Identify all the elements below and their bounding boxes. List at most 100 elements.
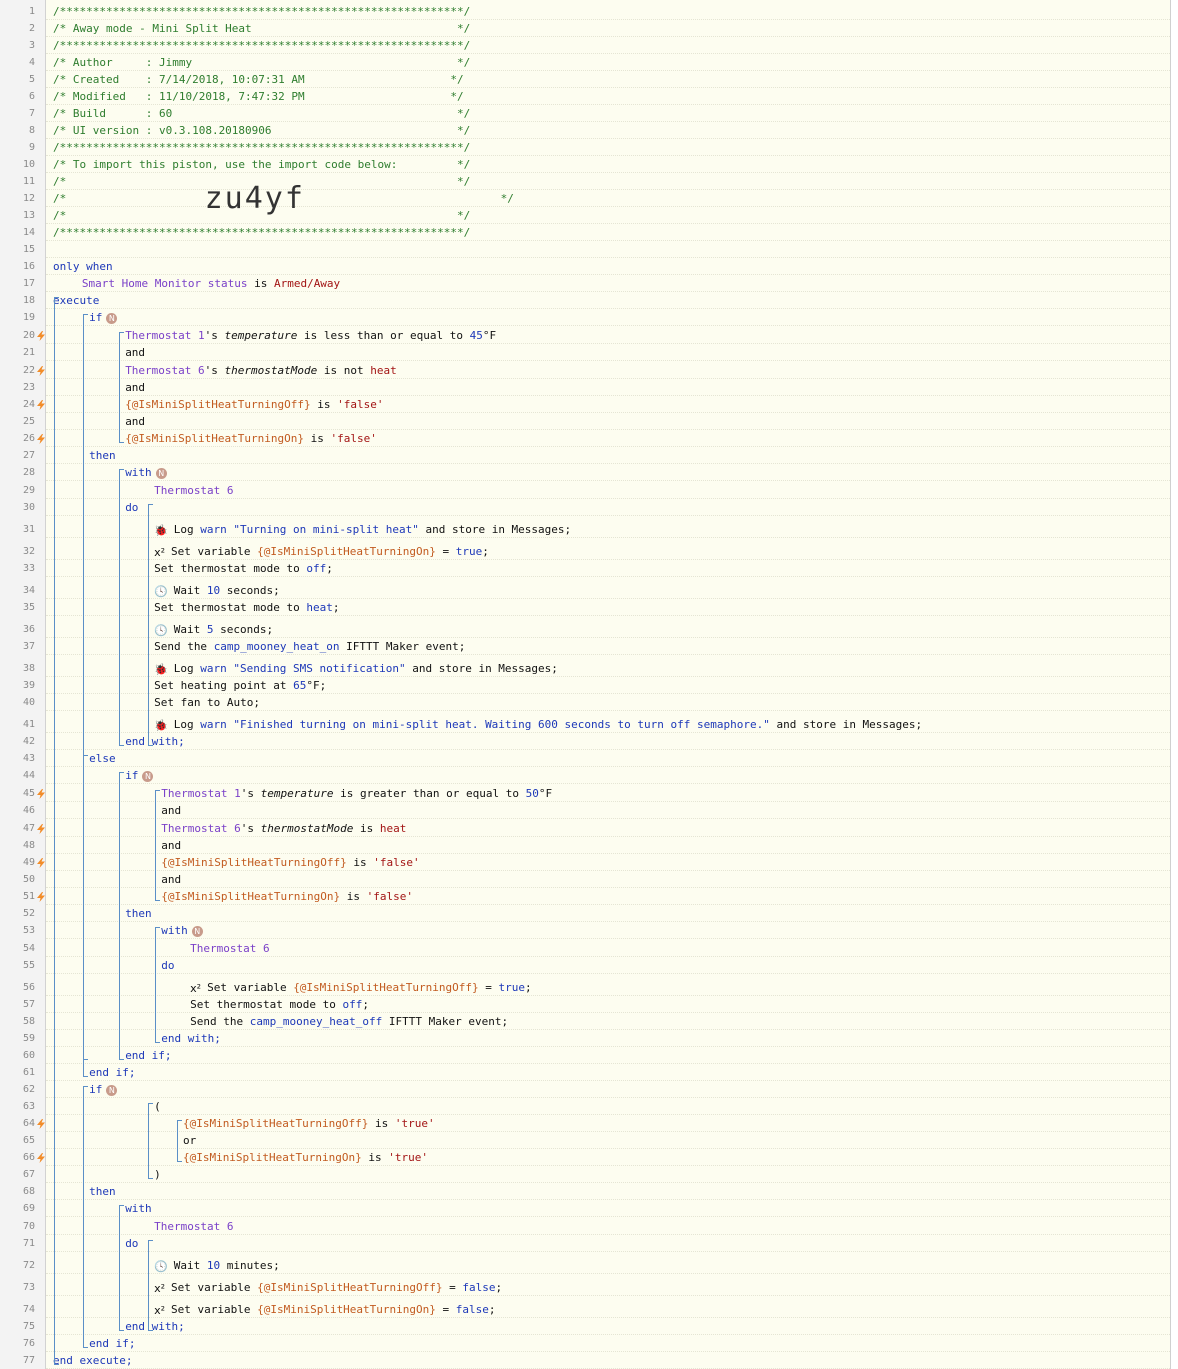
- code-line: Smart Home Monitor status is Armed/Away: [82, 277, 340, 291]
- device-name: Smart Home Monitor status: [81, 277, 248, 290]
- token: ;: [362, 998, 369, 1011]
- line-number: 75: [22, 1321, 35, 1332]
- line-number: 12: [22, 193, 35, 204]
- keyword-and: and: [161, 873, 182, 886]
- code-line: Set thermostat mode to heat;: [154, 601, 339, 615]
- line-separator: [46, 240, 1170, 241]
- code-line: (: [154, 1100, 161, 1114]
- attribute: temperature: [224, 329, 298, 342]
- token: =: [442, 1281, 463, 1294]
- log-level: warn: [200, 718, 227, 731]
- line-number: 49: [22, 857, 35, 868]
- lightning-bolt-icon: [37, 1153, 45, 1163]
- line-separator: [46, 956, 1170, 957]
- lightning-bolt-icon: [37, 434, 45, 444]
- line-number: 30: [22, 502, 35, 513]
- token: °F: [538, 787, 553, 800]
- code-line: do: [161, 959, 174, 973]
- notes-badge-icon[interactable]: N: [106, 312, 118, 324]
- comment-line: /***************************************…: [53, 5, 470, 19]
- code-line: x² Set variable {@IsMiniSplitHeatTurningO…: [154, 1281, 502, 1296]
- device-name: Thermostat 6: [190, 942, 270, 955]
- notes-badge-icon[interactable]: N: [142, 770, 154, 782]
- comment-stars: /***************************************…: [53, 39, 471, 52]
- notes-badge-icon[interactable]: N: [191, 925, 203, 937]
- number: 10: [206, 1259, 221, 1272]
- line-separator: [46, 1114, 1170, 1115]
- log-level: warn: [200, 523, 227, 536]
- block-bracket: [148, 504, 154, 746]
- line-separator: [46, 515, 1170, 516]
- keyword-and: and: [161, 804, 182, 817]
- code-line: x² Set variable {@IsMiniSplitHeatTurningO…: [190, 981, 531, 996]
- comment-line: /* Build : 60 */: [53, 107, 470, 121]
- line-separator: [46, 801, 1170, 802]
- device-name: Thermostat 6: [154, 1220, 234, 1233]
- line-separator: [46, 378, 1170, 379]
- variable-name: {@IsMiniSplitHeatTurningOn}: [161, 890, 341, 903]
- variable-name: {@IsMiniSplitHeatTurningOff}: [257, 1281, 443, 1294]
- line-number: 74: [22, 1304, 35, 1315]
- value: false: [455, 1303, 489, 1316]
- device-name: Thermostat 1: [125, 329, 205, 342]
- line-number: 42: [22, 736, 35, 747]
- line-number: 21: [22, 347, 35, 358]
- comment-line: /*: [53, 192, 66, 206]
- line-number: 62: [22, 1084, 35, 1095]
- code-line: 🐞 Log warn "Turning on mini-split heat" a…: [154, 523, 571, 538]
- token: ;: [525, 981, 532, 994]
- keyword-then: then: [89, 1185, 116, 1198]
- keyword-and: and: [125, 415, 146, 428]
- comment-stars: /***************************************…: [53, 141, 471, 154]
- value: off: [342, 998, 363, 1011]
- lightning-bolt-icon: [37, 366, 45, 376]
- keyword-do: do: [161, 959, 175, 972]
- token: =: [478, 981, 499, 994]
- token: 's: [204, 364, 225, 377]
- value: camp_mooney_heat_on: [213, 640, 340, 653]
- code-line: Thermostat 6's thermostatMode is heat: [161, 822, 406, 836]
- author-line: /* Author : Jimmy */: [53, 56, 471, 69]
- comment-line: /* Modified : 11/10/2018, 7:47:32 PM */: [53, 90, 464, 104]
- line-separator: [46, 710, 1170, 711]
- lightning-bolt-icon: [37, 858, 45, 868]
- token: Wait: [173, 623, 207, 636]
- line-separator: [46, 921, 1170, 922]
- notes-badge-icon[interactable]: N: [106, 1084, 118, 1096]
- code-line: 🕓 Wait 10 seconds;: [154, 584, 280, 599]
- line-number: 40: [22, 697, 35, 708]
- code-line: 🐞 Log warn "Finished turning on mini-spli…: [154, 718, 922, 733]
- code-line: Thermostat 1's temperature is greater th…: [161, 787, 552, 801]
- line-number: 11: [22, 176, 35, 187]
- line-separator: [46, 904, 1170, 905]
- keyword-and: and: [125, 381, 146, 394]
- line-number: 4: [28, 57, 35, 68]
- token: and store in Messages;: [418, 523, 572, 536]
- line-number: 53: [22, 925, 35, 936]
- block-bracket: [148, 1103, 154, 1179]
- code-line: if N: [89, 1083, 118, 1097]
- notes-badge-icon[interactable]: N: [155, 467, 167, 479]
- token: is: [247, 277, 274, 290]
- code-line: end if;: [125, 1049, 171, 1063]
- comment-line: /* Author : Jimmy */: [53, 56, 470, 70]
- line-number: 46: [22, 805, 35, 816]
- line-number: 61: [22, 1067, 35, 1078]
- code-line: ): [154, 1168, 161, 1182]
- code-line: Thermostat 6: [154, 484, 233, 498]
- line-separator: [46, 53, 1170, 54]
- line-separator: [46, 1216, 1170, 1217]
- keyword-end-execute: end execute;: [53, 1354, 133, 1367]
- token: °F;: [306, 679, 327, 692]
- line-number: 20: [22, 330, 35, 341]
- code-line: execute: [53, 294, 99, 308]
- line-separator: [46, 446, 1170, 447]
- token: Set variable: [171, 545, 258, 558]
- keyword-and: and: [125, 346, 146, 359]
- string: "Turning on mini-split heat": [233, 523, 419, 536]
- line-number: 15: [22, 244, 35, 255]
- code-line: end execute;: [53, 1354, 132, 1368]
- token: Send the: [154, 640, 214, 653]
- comment-line: /* UI version : v0.3.108.20180906 */: [53, 124, 470, 138]
- line-separator: [46, 1097, 1170, 1098]
